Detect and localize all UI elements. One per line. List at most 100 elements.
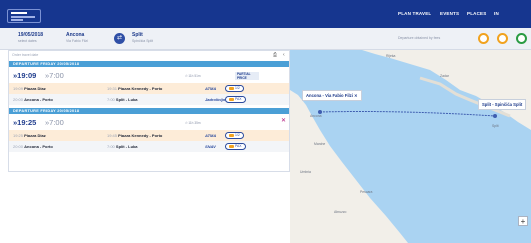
search-bar: 19/05/2018 select dates Ancona Via Fabio… [0,28,531,50]
destination-stop: Spinčića Split [132,39,154,43]
leg-arrival: 7:00 Split - Luka [107,97,137,102]
nav-info[interactable]: IN [494,11,499,16]
trip-2-leg-1[interactable]: 19:25 Piazza Diaz 19:45 Piazza Kennedy -… [9,130,289,141]
trip-2-arr: 7:00 [49,118,64,127]
swap-direction-icon[interactable]: ⇄ [114,33,125,44]
brand-logo[interactable] [7,9,41,23]
leg-arrival-stop: Split - Luka [115,144,138,149]
bus-ticket-button[interactable]: 1/2 [225,85,244,92]
leg-arrival-time: 7:00 [107,97,115,102]
ticket-pill-label: 1/2 [235,133,240,137]
ferry-route-line [319,111,496,117]
travel-date[interactable]: 19/05/2018 [18,32,43,38]
map-label-ancona: Ancona [310,114,322,118]
ferry-ticket-button[interactable]: PAX [225,143,246,150]
leg-arrival-time: 7:00 [107,144,115,149]
trip-1-leg-1[interactable]: 19:09 Piazza Diaz 19:31 Piazza Kennedy -… [9,83,289,94]
leg-arrival: 19:31 Piazza Kennedy - Porto [107,86,162,91]
print-icon[interactable]: ⎙ [273,52,277,58]
leg-departure-stop: Ancona - Porto [24,144,53,149]
trip-1-duration-value: 11h 51m [188,74,201,78]
ferry-ticket-button[interactable]: PAX [225,96,246,103]
order-filter-input[interactable]: Order travel date [12,53,38,57]
leg-arrival: 19:45 Piazza Kennedy - Porto [107,133,162,138]
trip-2-duration: ⏱ 11h 35m [185,121,201,125]
leg-departure-time: 20:00 [13,144,24,149]
origin-popup-label: Ancona - Via Fabio Filzi [306,93,353,98]
nav-plan-travel[interactable]: PLAN TRAVEL [398,11,431,16]
collapse-icon[interactable]: ‹ [283,52,285,58]
trip-2-departure-time[interactable]: »19:25 [13,118,36,127]
origin-stop: Via Fabio Filzi [66,39,88,43]
trip-2-dep: 19:25 [17,118,37,127]
trip-2-leg-2[interactable]: 20:00 Ancona - Porto 7:00 Split - Luka S… [9,141,289,152]
map-label-pescara: Pescara [360,190,373,194]
origin-field[interactable]: Ancona [66,32,84,38]
leg-arrival-stop: Piazza Kennedy - Porto [118,86,163,91]
map-label-rijeka: Rijeka [386,54,396,58]
trip-1-arrival-time: »7:00 [45,71,64,80]
leg-arrival-time: 19:31 [107,86,118,91]
results-panel: Order travel date ⎙ ‹ DEPARTURE FRIDAY 2… [8,50,290,172]
top-navigation-bar: PLAN TRAVEL EVENTS PLACES IN [0,0,531,28]
trip-1-arr: 7:00 [49,71,64,80]
leg-departure: 20:00 Ancona - Porto [13,97,53,102]
fees-note: Departure obtained by fees [398,36,441,40]
leg-departure-stop: Ancona - Porto [24,97,53,102]
ferry-icon [229,97,234,101]
ticket-pill-label: PAX [235,144,242,148]
operator-logo: ATMA [205,133,217,138]
map-label-marche: Marche [314,142,326,146]
map-label-zadar: Zadar [440,74,449,78]
operator-logo: ATMA [205,86,217,91]
option-toggle-2-icon[interactable] [497,33,508,44]
leg-departure-time: 20:00 [13,97,24,102]
destination-popup-label: Split - Spinčića Split [482,102,523,107]
trip-1-dep: 19:09 [17,71,37,80]
results-toolbar: Order travel date ⎙ ‹ [9,51,289,60]
map-label-split: Split [492,124,499,128]
bus-ticket-button[interactable]: 1/2 [225,132,244,139]
leg-departure-time: 19:09 [13,86,24,91]
leg-departure: 19:09 Piazza Diaz [13,86,46,91]
leg-arrival-time: 19:45 [107,133,118,138]
trip-1-leg-2[interactable]: 20:00 Ancona - Porto 7:00 Split - Luka J… [9,94,289,105]
map-label-umbria: Umbria [300,170,311,174]
map-label-abruzzo: Abruzzo [334,210,347,214]
ticket-pill-label: 1/2 [235,86,240,90]
nav-places[interactable]: PLACES [467,11,486,16]
trip-2-duration-value: 11h 35m [188,121,201,125]
trip-2-arrival-time: »7:00 [45,118,64,127]
destination-popup[interactable]: Split - Spinčića Split [478,99,527,110]
travel-date-hint: select dates [18,39,37,43]
nav-events[interactable]: EVENTS [440,11,459,16]
close-trip-icon[interactable]: ✕ [281,117,286,124]
leg-arrival-stop: Split - Luka [115,97,138,102]
route-map[interactable]: Ancona - Via Fabio Filzi ✕ Split - Spinč… [290,50,531,243]
croatia-coast-icon [362,50,531,130]
origin-popup[interactable]: Ancona - Via Fabio Filzi ✕ [302,90,362,101]
operator-logo: SNAV [205,144,216,149]
operator-logo: Jadrolinija [205,97,226,102]
day-header-2: DEPARTURE FRIDAY 20/05/2018 [9,108,289,114]
leg-departure-stop: Piazza Diaz [24,133,46,138]
destination-marker-icon [493,114,497,118]
option-toggle-3-icon[interactable] [516,33,527,44]
italy-coast-icon [290,90,408,243]
trip-1-duration: ⏱ 11h 51m [185,74,201,78]
destination-field[interactable]: Split [132,32,143,38]
zoom-in-button[interactable]: + [518,216,528,226]
trip-1-departure-time[interactable]: »19:09 [13,71,36,80]
map-canvas [290,50,531,243]
bus-icon [229,86,234,90]
leg-departure-time: 19:25 [13,133,24,138]
ticket-pill-label: PAX [235,97,242,101]
leg-arrival: 7:00 Split - Luka [107,144,137,149]
leg-departure: 19:25 Piazza Diaz [13,133,46,138]
bus-icon [229,133,234,137]
trip-1-price-badge[interactable]: PARTIAL PRICE [235,72,259,80]
day-header-1: DEPARTURE FRIDAY 20/05/2018 [9,61,289,67]
option-toggle-1-icon[interactable] [478,33,489,44]
leg-departure: 20:00 Ancona - Porto [13,144,53,149]
ferry-icon [229,144,234,148]
